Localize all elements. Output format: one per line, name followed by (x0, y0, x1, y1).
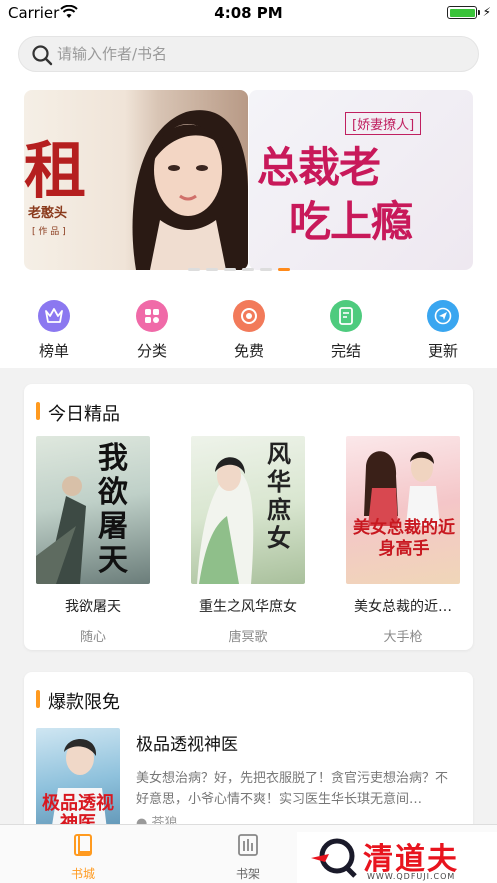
book-cover: 我欲屠天 (36, 436, 150, 584)
book-author: 大手枪 (383, 630, 423, 645)
book-title: 美女总裁的近… (354, 599, 452, 615)
page-dot (224, 268, 236, 271)
grid-icon (136, 300, 168, 332)
crown-icon (38, 300, 70, 332)
charging-icon: ⚡ (482, 5, 491, 19)
book-card[interactable]: 我欲屠天 我欲屠天 随心 (36, 436, 150, 645)
book-card[interactable]: 美女总裁的近身高手 美女总裁的近… 大手枪 (346, 436, 460, 645)
banner-title-line: 总裁老 (257, 143, 381, 192)
banner-author: 老憨头 (28, 206, 68, 221)
nav-label: 分类 (136, 342, 167, 360)
nav-completed[interactable]: 完结 (316, 300, 376, 361)
tab-label: 书架 (235, 867, 260, 881)
search-input[interactable] (57, 37, 457, 71)
watermark-logo: 清道夫 WWW.QDFUJI.COM (297, 832, 497, 883)
cover-title: 我欲屠天 (98, 441, 128, 578)
tab-bookstore[interactable]: 书城 (48, 833, 118, 882)
search-icon (31, 44, 53, 70)
page-dot (260, 268, 272, 271)
nav-label: 榜单 (38, 342, 69, 360)
page-dot-active (278, 268, 290, 271)
banner-tag: [娇妻撩人] (345, 112, 422, 135)
nav-rankings[interactable]: 榜单 (24, 300, 84, 361)
section-title: 爆款限免 (48, 692, 120, 713)
page-dot (242, 268, 254, 271)
today-picks-section: 今日精品 我欲屠天 我欲屠天 随心 风华庶女 重生之风华庶女 唐冥歌 美女总裁的… (24, 384, 473, 650)
cover-title: 美女总裁的近身高手 (353, 518, 455, 559)
status-bar: Carrier 4:08 PM ⚡ (0, 0, 497, 26)
book-author: 随心 (79, 630, 106, 645)
coin-icon (233, 300, 265, 332)
send-icon (427, 300, 459, 332)
book-check-icon (330, 300, 362, 332)
banner-slide[interactable]: [娇妻撩人] 总裁老 吃上瘾 (249, 90, 473, 270)
section-accent-bar (36, 690, 40, 708)
battery-icon (447, 6, 480, 19)
book-icon (74, 834, 92, 856)
hot-free-section: 爆款限免 极品透视神医 极品透视神医 美女想治病？好，先把衣服脱了！贪官污吏想治… (24, 672, 473, 832)
banner-slide[interactable]: 租 老憨头 [ 作 品 ] (24, 90, 248, 270)
book-card[interactable]: 风华庶女 重生之风华庶女 唐冥歌 (191, 436, 305, 645)
nav-free[interactable]: 免费 (219, 300, 279, 361)
book-title: 重生之风华庶女 (199, 599, 297, 615)
cover-title: 风华庶女 (267, 439, 291, 552)
section-title: 今日精品 (48, 404, 120, 425)
tab-label: 书城 (70, 867, 95, 881)
nav-label: 完结 (330, 342, 361, 360)
section-accent-bar (36, 402, 40, 420)
nav-updates[interactable]: 更新 (413, 300, 473, 361)
nav-categories[interactable]: 分类 (122, 300, 182, 361)
book-title: 我欲屠天 (65, 599, 121, 615)
banner-portrait-image (132, 110, 248, 270)
page-dot (188, 268, 200, 271)
nav-label: 免费 (233, 342, 264, 360)
book-author: 唐冥歌 (228, 630, 268, 645)
nav-label: 更新 (427, 342, 458, 360)
tab-bookshelf[interactable]: 书架 (213, 833, 283, 882)
status-time: 4:08 PM (214, 4, 283, 22)
book-title[interactable]: 极品透视神医 (136, 730, 238, 755)
watermark-url: WWW.QDFUJI.COM (367, 872, 456, 881)
banner-carousel[interactable]: 租 老憨头 [ 作 品 ] [娇妻撩人] 总裁老 吃上瘾 (0, 86, 497, 282)
book-cover: 风华庶女 (191, 436, 305, 584)
bookshelf-icon (238, 834, 258, 856)
search-bar[interactable] (18, 36, 479, 72)
book-cover[interactable]: 极品透视神医 (36, 728, 120, 832)
banner-work-tag: [ 作 品 ] (32, 227, 66, 237)
banner-title-char: 租 (24, 134, 87, 207)
watermark-logo-icon (311, 838, 357, 878)
banner-page-indicator (188, 256, 308, 271)
page-dot (206, 268, 218, 271)
banner-title-line: 吃上瘾 (289, 197, 413, 246)
book-cover: 美女总裁的近身高手 (346, 436, 460, 584)
book-description: 美女想治病？好，先把衣服脱了！贪官污吏想治病？不好意思，小爷心情不爽！实习医生华… (136, 771, 449, 807)
